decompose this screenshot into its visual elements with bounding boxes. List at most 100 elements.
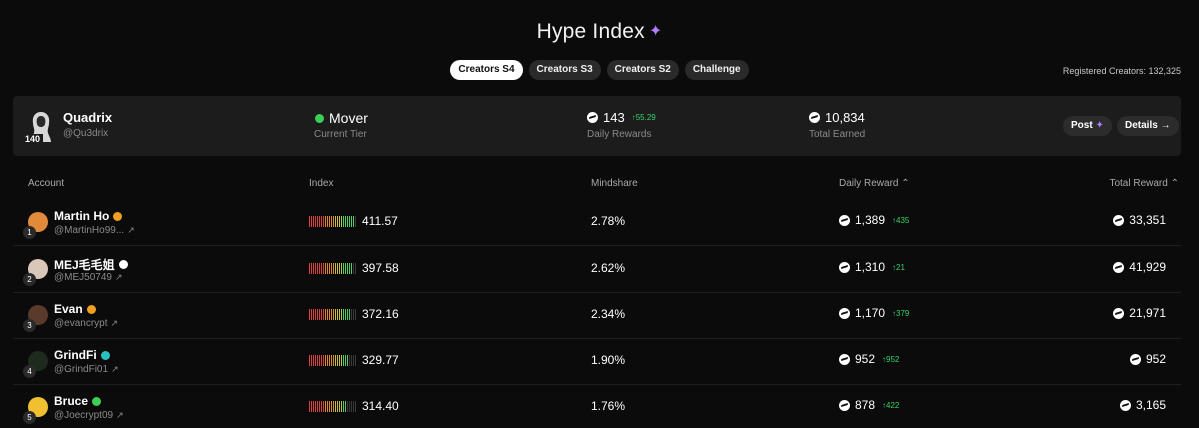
index-level-bar bbox=[309, 400, 356, 412]
index-bar-tick bbox=[327, 400, 328, 412]
index-bar-tick bbox=[317, 400, 318, 412]
account-handle-text: @MartinHo99... bbox=[54, 225, 125, 236]
index-bar-tick bbox=[355, 215, 356, 227]
index-bar-tick bbox=[321, 262, 322, 274]
column-daily-reward[interactable]: Daily Reward ⌃ bbox=[839, 178, 910, 189]
account-handle-text: @Joecrypt09 bbox=[54, 410, 114, 421]
index-bar-tick bbox=[329, 308, 330, 320]
account-handle[interactable]: @evancrypt ↗ bbox=[54, 318, 118, 329]
index-bar-tick bbox=[343, 262, 344, 274]
index-bar-tick bbox=[337, 400, 338, 412]
index-bar-tick bbox=[353, 262, 354, 274]
tab-creators-s2[interactable]: Creators S2 bbox=[606, 60, 679, 80]
index-bar-tick bbox=[341, 308, 342, 320]
coin-icon bbox=[1129, 353, 1141, 365]
index-bar-tick bbox=[351, 215, 352, 227]
index-bar-tick bbox=[349, 354, 350, 366]
index-bar-tick bbox=[333, 308, 334, 320]
daily-reward-change: ↑422 bbox=[882, 400, 900, 410]
account-name-text: Evan bbox=[54, 302, 83, 316]
index-bar-tick bbox=[355, 400, 356, 412]
index-bar-tick bbox=[349, 400, 350, 412]
index-cell: 372.16 bbox=[309, 307, 399, 321]
account-name[interactable]: Evan bbox=[54, 302, 96, 316]
external-link-icon: ↗ bbox=[111, 364, 119, 374]
column-index[interactable]: Index bbox=[309, 178, 333, 189]
table-row[interactable]: 1 Martin Ho @MartinHo99... ↗ 411.57 2.78%… bbox=[13, 200, 1181, 246]
account-handle[interactable]: @MartinHo99... ↗ bbox=[54, 225, 135, 236]
index-bar-tick bbox=[317, 262, 318, 274]
external-link-icon: ↗ bbox=[114, 272, 123, 282]
index-bar-tick bbox=[321, 400, 322, 412]
column-mindshare[interactable]: Mindshare bbox=[591, 178, 638, 189]
account-name[interactable]: Martin Ho bbox=[54, 209, 123, 223]
mindshare-value: 1.90% bbox=[591, 353, 626, 367]
index-bar-tick bbox=[323, 215, 324, 227]
index-bar-tick bbox=[315, 354, 316, 366]
coin-icon bbox=[1119, 399, 1131, 411]
mindshare-value: 2.62% bbox=[591, 261, 626, 275]
index-bar-tick bbox=[333, 215, 334, 227]
index-bar-tick bbox=[311, 354, 312, 366]
index-bar-tick bbox=[341, 215, 342, 227]
tab-creators-s4[interactable]: Creators S4 bbox=[450, 60, 523, 80]
index-bar-tick bbox=[311, 308, 312, 320]
daily-reward-value: 1,170 bbox=[855, 306, 886, 320]
details-button[interactable]: Details → bbox=[1117, 116, 1179, 136]
table-row[interactable]: 5 Bruce @Joecrypt09 ↗ 314.40 1.76% 878 ↑4… bbox=[13, 385, 1181, 428]
index-bar-tick bbox=[317, 354, 318, 366]
index-bar-tick bbox=[313, 354, 314, 366]
table-row[interactable]: 2 MEJ毛毛姐 @MEJ50749 ↗ 397.58 2.62% 1,310 ↑… bbox=[13, 247, 1181, 293]
index-bar-tick bbox=[347, 308, 348, 320]
index-cell: 329.77 bbox=[309, 353, 399, 367]
rank-badge: 1 bbox=[23, 226, 36, 239]
account-handle[interactable]: @MEJ50749 ↗ bbox=[54, 272, 123, 283]
total-earned-label: Total Earned bbox=[809, 129, 866, 140]
tab-creators-s3[interactable]: Creators S3 bbox=[528, 60, 601, 80]
user-level-badge: 140 bbox=[22, 134, 44, 144]
external-link-icon: ↗ bbox=[116, 410, 124, 420]
tab-challenge[interactable]: Challenge bbox=[684, 60, 749, 80]
table-row[interactable]: 4 GrindFi @GrindFi01 ↗ 329.77 1.90% 952 ↑… bbox=[13, 339, 1181, 385]
account-handle[interactable]: @GrindFi01 ↗ bbox=[54, 364, 119, 375]
index-bar-tick bbox=[309, 400, 310, 412]
tier-icon bbox=[315, 113, 324, 123]
index-bar-tick bbox=[341, 354, 342, 366]
index-bar-tick bbox=[339, 262, 340, 274]
tier-label: Current Tier bbox=[314, 129, 367, 140]
index-bar-tick bbox=[351, 262, 352, 274]
index-bar-tick bbox=[355, 262, 356, 274]
index-bar-tick bbox=[331, 262, 332, 274]
table-row[interactable]: 3 Evan @evancrypt ↗ 372.16 2.34% 1,170 ↑3… bbox=[13, 293, 1181, 339]
total-reward-cell: 21,971 bbox=[1113, 306, 1166, 320]
index-bar-tick bbox=[327, 262, 328, 274]
account-handle[interactable]: @Joecrypt09 ↗ bbox=[54, 410, 124, 421]
daily-reward-change: ↑21 bbox=[892, 262, 905, 272]
mindshare-value: 2.78% bbox=[591, 214, 626, 228]
post-button[interactable]: Post ✦ bbox=[1063, 116, 1112, 136]
column-account[interactable]: Account bbox=[28, 178, 64, 189]
account-name[interactable]: Bruce bbox=[54, 394, 102, 408]
index-bar-tick bbox=[343, 354, 344, 366]
index-bar-tick bbox=[315, 215, 316, 227]
index-bar-tick bbox=[347, 354, 348, 366]
index-bar-tick bbox=[353, 308, 354, 320]
index-bar-tick bbox=[321, 354, 322, 366]
rank-badge: 2 bbox=[23, 273, 36, 286]
total-reward-value: 33,351 bbox=[1129, 213, 1166, 227]
index-bar-tick bbox=[319, 308, 320, 320]
index-bar-tick bbox=[345, 400, 346, 412]
account-name[interactable]: MEJ毛毛姐 bbox=[54, 256, 128, 273]
index-bar-tick bbox=[347, 215, 348, 227]
index-bar-tick bbox=[339, 308, 340, 320]
index-bar-tick bbox=[337, 262, 338, 274]
index-bar-tick bbox=[337, 215, 338, 227]
column-total-reward[interactable]: Total Reward ⌃ bbox=[1109, 178, 1179, 189]
account-name[interactable]: GrindFi bbox=[54, 348, 110, 362]
index-bar-tick bbox=[351, 400, 352, 412]
index-bar-tick bbox=[337, 354, 338, 366]
total-earned-value: 10,834 bbox=[825, 110, 865, 125]
user-name: Quadrix bbox=[63, 110, 113, 125]
account-name-text: Martin Ho bbox=[54, 209, 110, 223]
total-reward-value: 3,165 bbox=[1135, 398, 1166, 412]
